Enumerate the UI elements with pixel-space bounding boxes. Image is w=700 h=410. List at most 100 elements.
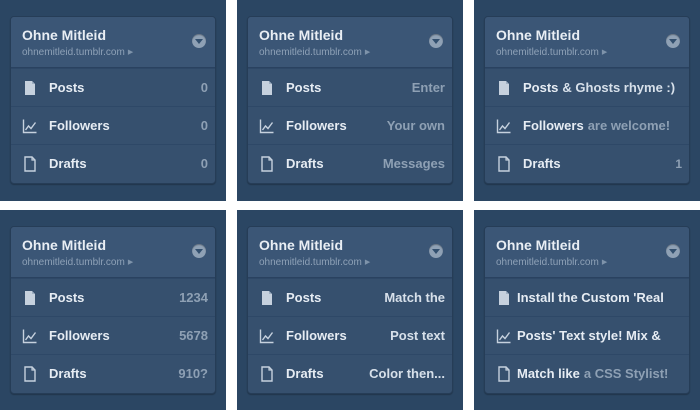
row-value: Messages [382,156,445,171]
draft-icon [22,156,38,172]
draft-icon [259,366,275,382]
stat-row-followers[interactable]: Followers 5678 [11,316,215,354]
play-small-icon: ▶ [601,49,608,56]
blog-url-text[interactable]: ohnemitleid.tumblr.com [496,47,599,58]
stat-row-drafts[interactable]: Drafts Color then... [248,354,452,392]
blog-title[interactable]: Ohne Mitleid [22,27,106,43]
chevron-down-icon[interactable] [429,34,443,48]
panel: Ohne Mitleid ohnemitleid.tumblr.com ▶ Pos… [474,0,700,201]
row-value: are welcome! [587,118,671,133]
blog-header[interactable]: Ohne Mitleid ohnemitleid.tumblr.com ▶ [11,227,215,278]
row-label: Posts [49,290,85,305]
chart-line-icon [496,118,512,134]
row-label: Posts' Text style! Mix & [517,328,661,343]
row-label: Drafts [286,366,324,381]
stat-row-followers[interactable]: Followers 0 [11,106,215,144]
stat-row-followers[interactable]: Followers Post text [248,316,452,354]
document-icon [259,80,275,96]
row-value: 0 [200,118,208,133]
row-value: a CSS Stylist! [583,366,669,381]
stat-row-posts[interactable]: Posts Match the [248,278,452,316]
blog-url[interactable]: ohnemitleid.tumblr.com ▶ [496,47,607,58]
stat-row-posts[interactable]: Posts Enter [248,68,452,106]
stat-row-posts[interactable]: Posts & Ghosts rhyme :) [485,68,689,106]
draft-icon [259,156,275,172]
blog-title[interactable]: Ohne Mitleid [496,27,580,43]
blog-url[interactable]: ohnemitleid.tumblr.com ▶ [259,47,370,58]
row-label: Match like a CSS Stylist! [517,366,668,381]
chevron-down-icon[interactable] [666,244,680,258]
stat-row-posts[interactable]: Posts 0 [11,68,215,106]
chart-line-icon [22,118,38,134]
blog-title[interactable]: Ohne Mitleid [259,27,343,43]
row-value: 1 [675,157,682,171]
stat-row-followers[interactable]: Followers Your own [248,106,452,144]
blog-header[interactable]: Ohne Mitleid ohnemitleid.tumblr.com ▶ [11,17,215,68]
stat-row-drafts[interactable]: Drafts Messages [248,144,452,182]
chevron-down-icon[interactable] [192,34,206,48]
panel: Ohne Mitleid ohnemitleid.tumblr.com ▶ Pos… [0,0,226,201]
chart-line-icon [259,328,275,344]
blog-header[interactable]: Ohne Mitleid ohnemitleid.tumblr.com ▶ [248,17,452,68]
row-label: Followers [49,328,110,343]
row-value: Your own [386,118,445,133]
row-value: Post text [390,328,445,343]
blog-url-text[interactable]: ohnemitleid.tumblr.com [496,257,599,268]
stat-row-followers[interactable]: Posts' Text style! Mix & [485,316,689,354]
chevron-down-icon[interactable] [192,244,206,258]
blog-url-text[interactable]: ohnemitleid.tumblr.com [259,257,362,268]
blog-url[interactable]: ohnemitleid.tumblr.com ▶ [259,257,370,268]
row-label: Followers [286,328,347,343]
row-label: Drafts [49,156,87,171]
stat-row-followers[interactable]: Followers are welcome! [485,106,689,144]
row-label: Followers [49,118,110,133]
draft-icon [496,156,512,172]
row-value: Color then... [369,366,445,381]
row-label: Posts [286,290,322,305]
row-label: Drafts [49,366,87,381]
stat-row-posts[interactable]: Install the Custom 'Real [485,278,689,316]
blog-title[interactable]: Ohne Mitleid [496,237,580,253]
document-icon [22,80,38,96]
draft-icon [496,366,512,382]
row-value: 5678 [179,328,208,343]
chart-line-icon [496,328,512,344]
row-value: Enter [411,80,445,95]
row-label: Install the Custom 'Real [517,290,664,305]
blog-url[interactable]: ohnemitleid.tumblr.com ▶ [22,47,133,58]
draft-icon [22,366,38,382]
play-small-icon: ▶ [127,259,134,266]
play-small-icon: ▶ [601,259,608,266]
row-label: Posts [49,80,85,95]
document-icon [259,290,275,306]
blog-header[interactable]: Ohne Mitleid ohnemitleid.tumblr.com ▶ [248,227,452,278]
chevron-down-icon[interactable] [429,244,443,258]
stat-row-posts[interactable]: Posts 1234 [11,278,215,316]
blog-card: Ohne Mitleid ohnemitleid.tumblr.com ▶ Pos… [484,16,690,184]
stat-row-drafts[interactable]: Drafts 910? [11,354,215,392]
blog-url-text[interactable]: ohnemitleid.tumblr.com [22,257,125,268]
row-value: 0 [200,80,208,95]
row-label: Posts [286,80,322,95]
blog-header[interactable]: Ohne Mitleid ohnemitleid.tumblr.com ▶ [485,17,689,68]
stat-row-drafts[interactable]: Drafts 1 [485,144,689,182]
blog-card: Ohne Mitleid ohnemitleid.tumblr.com ▶ Ins… [484,226,690,394]
blog-title[interactable]: Ohne Mitleid [22,237,106,253]
chevron-down-icon[interactable] [666,34,680,48]
document-icon [22,290,38,306]
chart-line-icon [259,118,275,134]
blog-url[interactable]: ohnemitleid.tumblr.com ▶ [22,257,133,268]
row-value: Match the [384,290,445,305]
blog-url-text[interactable]: ohnemitleid.tumblr.com [259,47,362,58]
row-label: Followers [286,118,347,133]
blog-url-text[interactable]: ohnemitleid.tumblr.com [22,47,125,58]
row-label: Followers are welcome! [523,118,670,133]
blog-title[interactable]: Ohne Mitleid [259,237,343,253]
stat-row-drafts[interactable]: Drafts 0 [11,144,215,182]
row-label: Drafts [286,156,324,171]
panel: Ohne Mitleid ohnemitleid.tumblr.com ▶ Ins… [474,210,700,410]
blog-url[interactable]: ohnemitleid.tumblr.com ▶ [496,257,607,268]
blog-header[interactable]: Ohne Mitleid ohnemitleid.tumblr.com ▶ [485,227,689,278]
stat-row-drafts[interactable]: Match like a CSS Stylist! [485,354,689,392]
play-small-icon: ▶ [127,49,134,56]
